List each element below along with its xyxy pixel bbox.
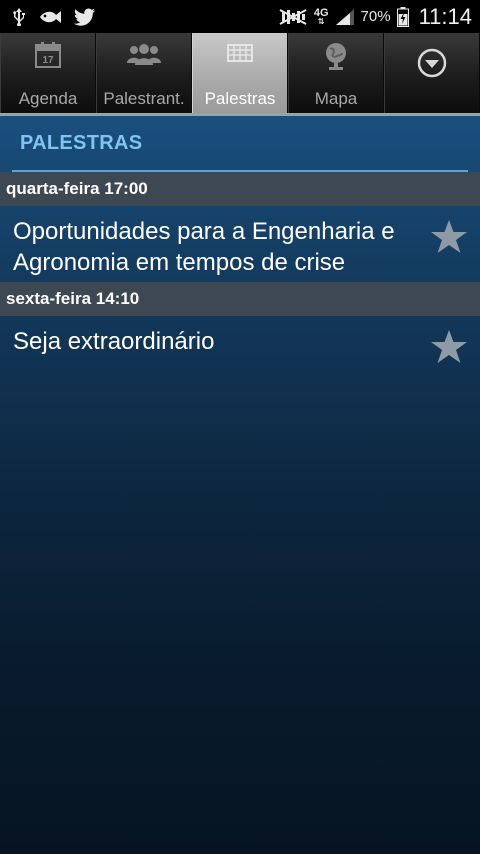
- tab-label: Palestrant.: [103, 89, 185, 108]
- tab-label: Agenda: [18, 89, 78, 108]
- clock: 11:14: [418, 3, 472, 29]
- tab-mapa[interactable]: Mapa: [288, 33, 384, 113]
- day-header: sexta-feira 14:10: [0, 282, 480, 316]
- talk-title: Oportunidades para a Engenharia e Agrono…: [13, 218, 395, 276]
- tab-label: Mapa: [314, 89, 358, 108]
- page-title: PALESTRAS: [20, 131, 143, 154]
- tab-bar: 17 Agenda Palestrant. Palestras Mapa: [0, 33, 480, 116]
- day-header: quarta-feira 17:00: [0, 172, 480, 206]
- tab-agenda[interactable]: 17 Agenda: [0, 33, 96, 113]
- grid-icon: [193, 41, 287, 65]
- people-icon: [97, 41, 191, 69]
- notification-icons: [12, 7, 96, 26]
- fish-icon: [38, 10, 62, 24]
- network-label: 4G: [313, 6, 329, 19]
- section-header: PALESTRAS: [12, 116, 468, 172]
- mute-icon: [278, 8, 308, 26]
- tab-label: Palestras: [204, 89, 276, 108]
- talk-title: Seja extraordinário: [13, 328, 215, 355]
- signal-icon: [335, 8, 355, 26]
- favorite-star-icon[interactable]: [428, 216, 470, 258]
- chevron-down-circle-icon: [385, 47, 479, 79]
- tab-palestras[interactable]: Palestras: [192, 33, 288, 113]
- network-type: 4G ⇅: [313, 6, 329, 26]
- usb-icon: [12, 7, 26, 26]
- battery-icon: [396, 6, 409, 27]
- battery-percent: 70%: [360, 8, 391, 25]
- favorite-star-icon[interactable]: [428, 326, 470, 368]
- talks-list-screen: PALESTRAS quarta-feira 17:00 Oportunidad…: [0, 116, 480, 854]
- globe-icon: [289, 41, 383, 71]
- day-label: sexta-feira 14:10: [6, 289, 140, 308]
- tab-more[interactable]: [384, 33, 480, 113]
- calendar-icon: 17: [1, 41, 95, 69]
- day-label: quarta-feira 17:00: [6, 179, 148, 198]
- status-bar: 4G ⇅ 70% 11:14: [0, 0, 480, 33]
- system-icons: 4G ⇅ 70% 11:14: [278, 4, 472, 30]
- calendar-day: 17: [42, 55, 54, 66]
- talk-item[interactable]: Seja extraordinário: [0, 316, 480, 376]
- talk-item[interactable]: Oportunidades para a Engenharia e Agrono…: [0, 206, 480, 282]
- twitter-icon: [74, 8, 96, 26]
- tab-palestrantes[interactable]: Palestrant.: [96, 33, 192, 113]
